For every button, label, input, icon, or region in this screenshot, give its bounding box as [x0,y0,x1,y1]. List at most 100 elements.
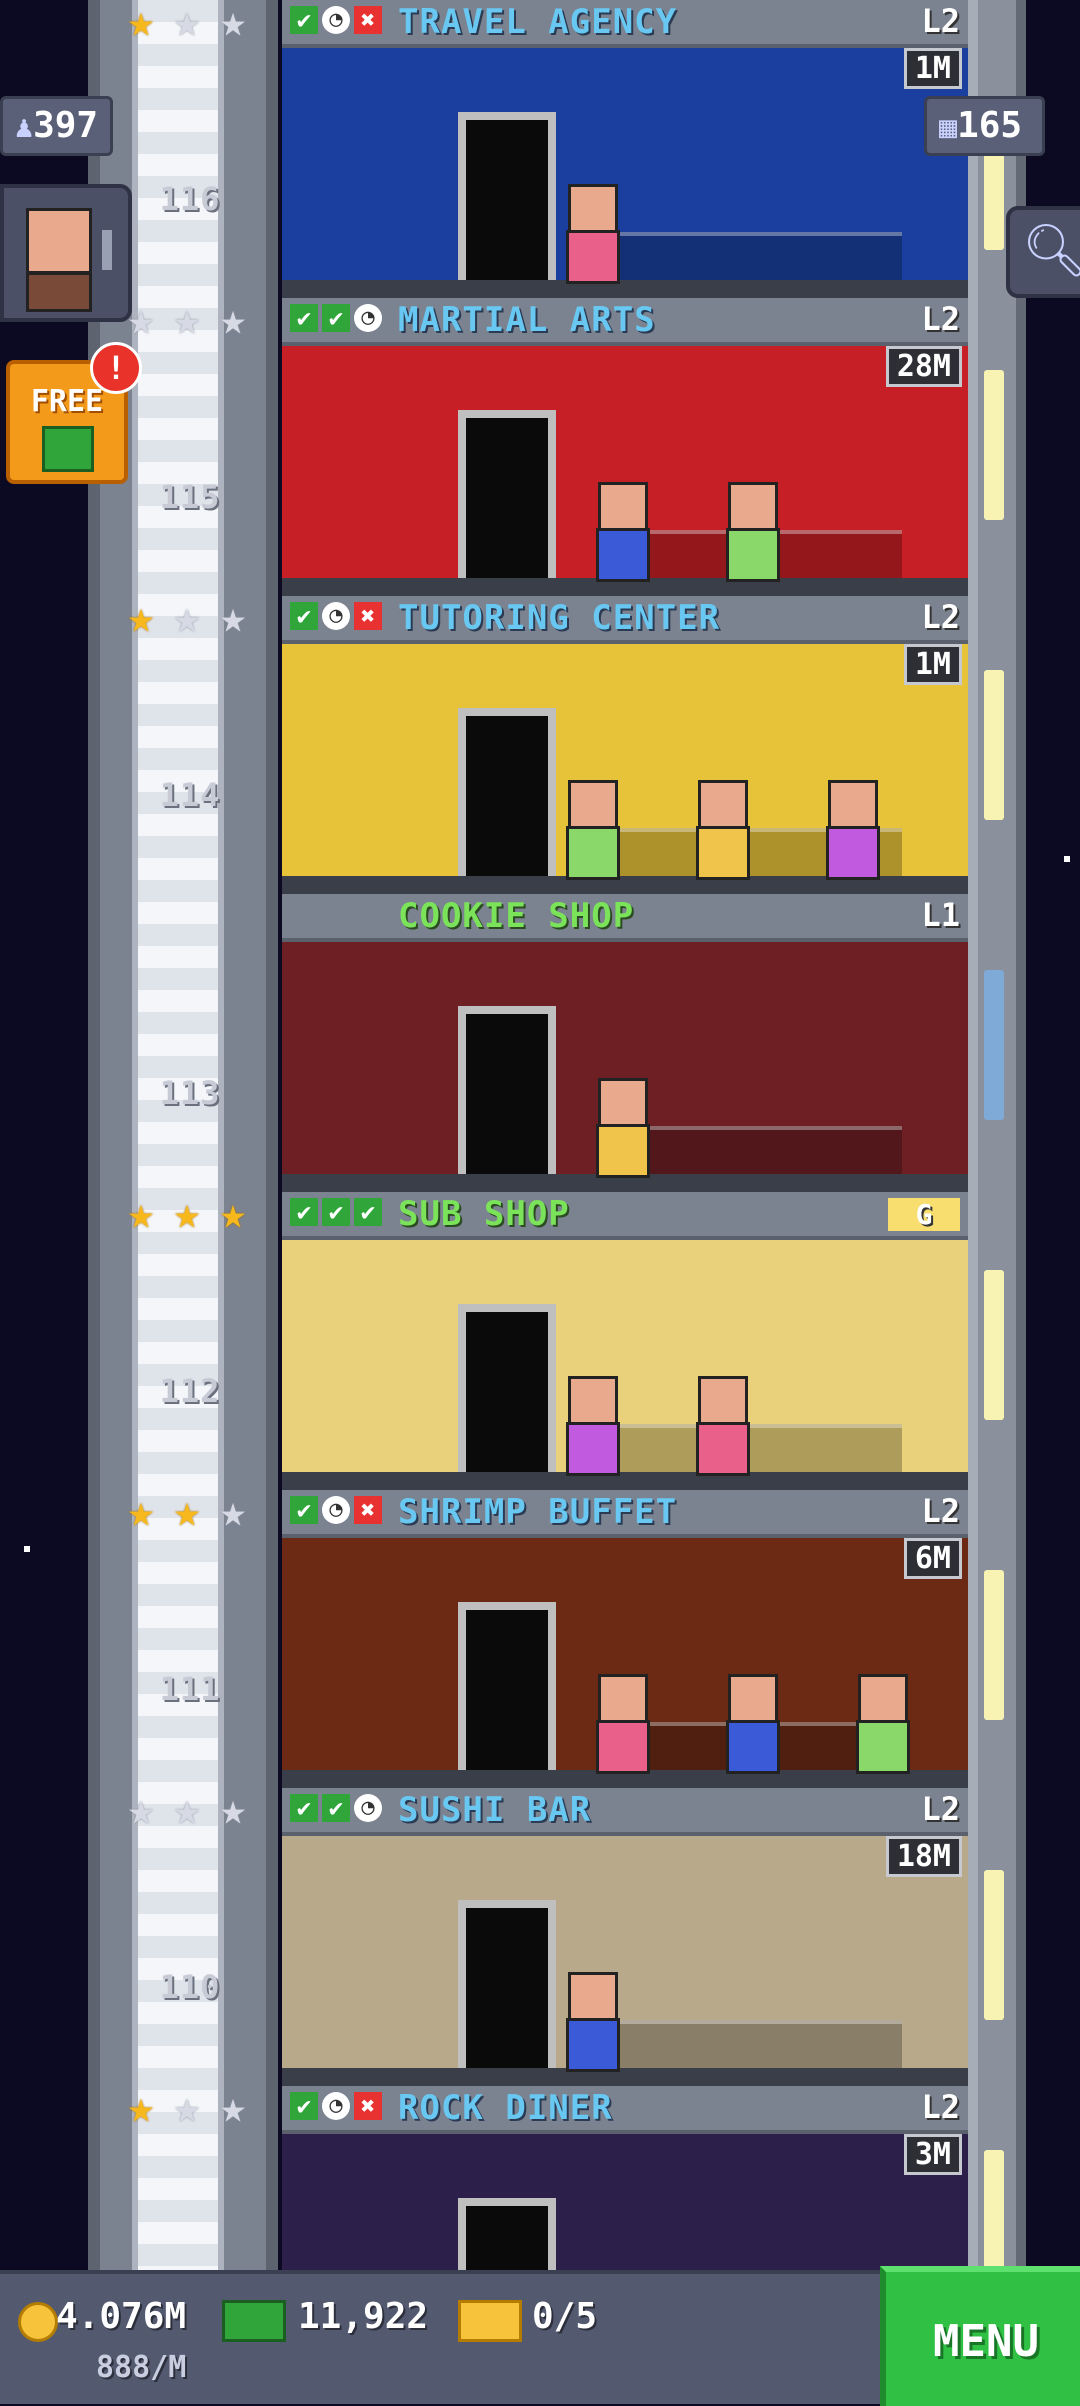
cross-icon: ✖ [354,1496,382,1524]
bitizen-head [568,1972,618,2022]
floor-stars: ★ ★ ★ [120,0,254,47]
check-icon: ✔ [290,1198,318,1226]
window-light [984,1870,1004,2020]
search-button[interactable]: 🔍︎ [1006,206,1080,298]
clock-icon: ◔ [322,6,350,34]
floor-header: ✔ ✔ ◔ MARTIAL ARTS L2 [282,298,968,346]
floor-header: COOKIE SHOP L1 [282,894,968,942]
menu-button[interactable]: MENU [880,2266,1080,2406]
tower-right-column [968,0,1026,2300]
population-value: 397 [33,105,99,146]
room-floor [282,2068,968,2086]
bitizen-head [728,1674,778,1724]
floor-header: ✔ ◔ ✖ ROCK DINER L2 [282,2086,968,2134]
floor-row[interactable]: ✔ ✔ ✔ SUB SHOP G [282,1192,968,1490]
bitizen[interactable] [722,1674,780,1774]
clock-icon: ◔ [322,1496,350,1524]
floor-name: SHRIMP BUFFET [398,1492,678,1532]
room-interior[interactable] [282,942,968,1192]
room-door [458,1602,556,1770]
silver-star-icon: ★ [219,0,247,47]
room-door [458,410,556,578]
floor-level: L2 [921,300,960,338]
bitizen-avatar-button[interactable] [0,184,132,322]
bitizen-head [698,780,748,830]
silver-star-icon: ★ [219,592,247,643]
floor-row[interactable]: ✔ ◔ ✖ TUTORING CENTER L2 1M [282,596,968,894]
floor-stars: ★ ★ ★ [120,298,254,342]
floor-row[interactable]: ✔ ◔ ✖ TRAVEL AGENCY L2 1M [282,0,968,298]
floor-row[interactable]: ✔ ✔ ◔ SUSHI BAR L2 18M [282,1788,968,2086]
floor-header: ✔ ◔ ✖ TRAVEL AGENCY L2 [282,0,968,48]
bitizen[interactable] [592,1674,650,1774]
floor-row[interactable]: ✔ ◔ ✖ SHRIMP BUFFET L2 6M [282,1490,968,1788]
bitizen-body [596,528,650,582]
floor-stars: ★ ★ ★ [120,1784,254,1835]
floor-name: COOKIE SHOP [398,896,635,936]
gift-icon [42,426,94,472]
silver-star-icon: ★ [173,1784,201,1835]
background-star [1064,856,1070,862]
bitizen[interactable] [592,1078,650,1178]
floor-level: L1 [921,896,960,934]
room-interior[interactable] [282,1836,968,2086]
bitizen[interactable] [592,482,650,582]
room-furniture [612,232,902,280]
bitizen[interactable] [562,1376,620,1476]
check-icon: ✔ [290,1496,318,1524]
bitizen[interactable] [722,482,780,582]
room-interior[interactable] [282,644,968,894]
clock-icon: ◔ [322,602,350,630]
free-gift-button[interactable]: FREE ! [6,342,142,484]
bitizen-head [858,1674,908,1724]
stock-status: ✔ ✔ ✔ [290,1198,382,1226]
tickets-value: 0/5 [532,2296,598,2337]
floor-row[interactable]: COOKIE SHOP L1 [282,894,968,1192]
bitizen[interactable] [562,184,620,284]
check-icon: ✔ [322,1198,350,1226]
silver-star-icon: ★ [219,1486,247,1537]
population-counter[interactable]: ♟397 [0,96,114,156]
bitizen[interactable] [822,780,880,880]
bitizen-head [568,780,618,830]
floor-number: 112 [159,1372,221,1410]
stock-amount: 3M [903,2134,962,2175]
avatar-body [26,272,92,312]
floor-counter[interactable]: ▦165 [924,96,1046,156]
ticket-icon [458,2300,522,2342]
bitizen[interactable] [692,1376,750,1476]
alert-badge: ! [90,342,142,394]
room-interior[interactable] [282,346,968,596]
bitizen[interactable] [852,1674,910,1774]
check-icon: ✔ [322,304,350,332]
bitizen[interactable] [562,780,620,880]
floor-name: ROCK DINER [398,2088,613,2128]
bitizen-body [856,1720,910,1774]
bitizen-head [598,1674,648,1724]
notification-bar-icon [102,230,112,270]
clock-icon: ◔ [354,304,382,332]
stock-amount: 1M [903,644,962,685]
bitizen[interactable] [692,780,750,880]
room-interior[interactable] [282,1538,968,1788]
coin-icon [18,2302,58,2342]
room-interior[interactable] [282,48,968,298]
gold-star-icon: ★ [173,1188,201,1239]
check-icon: ✔ [290,602,318,630]
silver-star-icon: ★ [173,2082,201,2133]
avatar [26,208,92,274]
stock-status: ✔ ✔ ◔ [290,304,382,332]
floor-number: 114 [159,776,221,814]
floor-stars: ★ ★ ★ [120,1486,254,1537]
bitizen[interactable] [562,1972,620,2072]
bux-value: 11,922 [298,2296,429,2337]
room-floor [282,280,968,298]
window-light [984,670,1004,820]
bitizen-head [698,1376,748,1426]
silver-star-icon: ★ [173,0,201,47]
room-interior[interactable] [282,1240,968,1490]
gold-star-icon: ★ [127,2082,155,2133]
silver-star-icon: ★ [173,592,201,643]
coins-value: 4.076M [56,2296,187,2337]
floor-row[interactable]: ✔ ✔ ◔ MARTIAL ARTS L2 28M [282,298,968,596]
